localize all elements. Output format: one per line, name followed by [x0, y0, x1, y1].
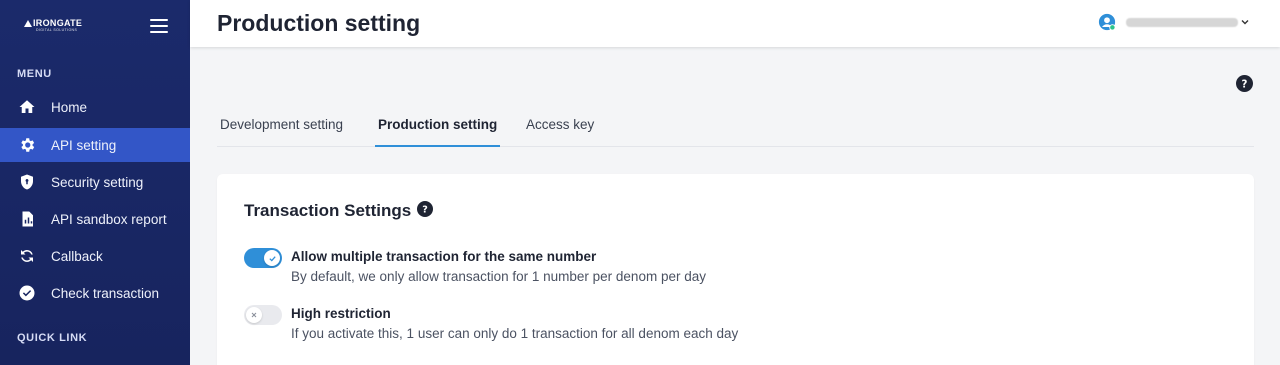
- gear-icon: [18, 136, 36, 154]
- setting-description: If you activate this, 1 user can only do…: [291, 326, 739, 341]
- tab-production-setting[interactable]: Production setting: [375, 103, 501, 147]
- transaction-settings-card: Transaction Settings ? Allow multiple tr…: [217, 174, 1254, 365]
- sidebar-item-label: Home: [51, 99, 88, 115]
- setting-description: By default, we only allow transaction fo…: [291, 269, 706, 284]
- tab-development-setting[interactable]: Development setting: [220, 103, 343, 147]
- hamburger-menu-icon[interactable]: [150, 18, 168, 34]
- sidebar-item-api-sandbox-report[interactable]: API sandbox report: [0, 202, 190, 236]
- sidebar-item-label: Security setting: [51, 174, 144, 190]
- sidebar-item-callback[interactable]: Callback: [0, 239, 190, 273]
- callback-icon: [18, 247, 36, 265]
- menu-heading: MENU: [17, 68, 52, 80]
- card-title: Transaction Settings: [244, 201, 412, 220]
- svg-text:?: ?: [1242, 79, 1248, 90]
- sidebar: IRONGATE DIGITAL SOLUTIONS MENU Home API…: [0, 0, 190, 365]
- sidebar-item-security-setting[interactable]: Security setting: [0, 165, 190, 199]
- sidebar-item-home[interactable]: Home: [0, 90, 190, 124]
- check-circle-icon: [18, 284, 36, 302]
- sidebar-item-check-transaction[interactable]: Check transaction: [0, 276, 190, 310]
- sidebar-item-label: API sandbox report: [51, 211, 167, 227]
- setting-title: High restriction: [291, 306, 391, 321]
- sidebar-item-label: Callback: [51, 248, 103, 264]
- user-menu[interactable]: [1098, 13, 1250, 31]
- page-title: Production setting: [217, 10, 421, 36]
- sidebar-item-label: Check transaction: [51, 285, 160, 301]
- logo-mark-icon: [24, 19, 32, 27]
- sidebar-item-label: API setting: [51, 137, 117, 153]
- setting-title: Allow multiple transaction for the same …: [291, 249, 597, 264]
- help-icon[interactable]: ?: [417, 201, 433, 217]
- tab-access-key[interactable]: Access key: [526, 103, 594, 147]
- check-icon: [264, 250, 280, 266]
- quick-link-heading: QUICK LINK: [17, 332, 88, 344]
- user-avatar-icon: [1098, 13, 1116, 31]
- home-icon: [18, 98, 36, 116]
- top-header: Production setting: [190, 0, 1280, 47]
- chevron-down-icon: [1241, 20, 1249, 25]
- high-restriction-toggle[interactable]: [244, 305, 282, 325]
- brand-logo[interactable]: IRONGATE DIGITAL SOLUTIONS: [24, 18, 82, 32]
- brand-tagline: DIGITAL SOLUTIONS: [36, 28, 78, 32]
- help-icon[interactable]: ?: [1236, 75, 1253, 92]
- brand-name: IRONGATE: [33, 18, 83, 28]
- report-icon: [18, 210, 36, 228]
- shield-icon: [18, 173, 36, 191]
- settings-tabs: Development setting Production setting A…: [217, 103, 1254, 147]
- user-name: [1126, 17, 1238, 27]
- sidebar-item-api-setting[interactable]: API setting: [0, 128, 190, 162]
- svg-text:?: ?: [422, 205, 428, 216]
- close-icon: [246, 307, 262, 323]
- allow-multiple-transaction-toggle[interactable]: [244, 248, 282, 268]
